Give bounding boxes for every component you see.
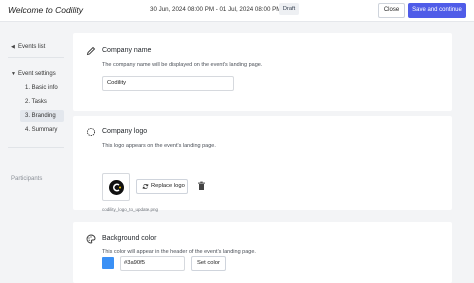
sidebar-item-events-list[interactable]: ◀ Events list — [11, 44, 45, 50]
status-badge: Draft — [279, 3, 299, 15]
page-title: Welcome to Codility — [8, 5, 83, 15]
section-title: Company logo — [102, 128, 148, 135]
company-name-input[interactable]: Codility — [102, 76, 234, 91]
replace-logo-button[interactable]: Replace logo — [136, 179, 188, 194]
chevron-down-icon: ▼ — [11, 71, 16, 77]
company-logo-card: Company logo This logo appears on the ev… — [73, 116, 452, 212]
logo-preview — [102, 173, 130, 201]
logo-filename: codility_logo_to_update.png — [102, 207, 159, 212]
color-swatch[interactable] — [102, 257, 114, 269]
sidebar-item-summary[interactable]: 4. Summary — [20, 124, 64, 136]
sidebar-divider — [8, 57, 64, 58]
chevron-left-icon: ◀ — [11, 44, 15, 50]
sidebar-item-label: Events list — [18, 44, 46, 50]
section-description: This logo appears on the event's landing… — [102, 143, 216, 149]
sidebar-item-basic-info[interactable]: 1. Basic info — [20, 82, 64, 94]
replace-logo-label: Replace logo — [151, 183, 185, 189]
top-bar: Welcome to Codility 30 Jun, 2024 08:00 P… — [0, 0, 474, 22]
color-hex-input[interactable]: #3a90f5 — [120, 256, 185, 271]
set-color-button[interactable]: Set color — [191, 256, 226, 271]
save-and-continue-button[interactable]: Save and continue — [408, 3, 466, 18]
pencil-icon — [86, 46, 96, 56]
palette-icon — [86, 234, 96, 244]
company-name-card: Company name The company name will be di… — [73, 33, 452, 111]
sidebar: ◀ Events list ▼ Event settings 1. Basic in… — [0, 23, 66, 283]
sidebar-divider — [8, 147, 64, 148]
section-title: Company name — [102, 47, 152, 54]
trash-icon[interactable] — [197, 181, 206, 191]
sidebar-item-label: Event settings — [18, 71, 56, 77]
sidebar-item-participants: Participants — [11, 176, 43, 182]
logo-icon — [86, 127, 96, 137]
sidebar-item-branding[interactable]: 3. Branding — [20, 110, 64, 122]
background-color-card: Background color This color will appear … — [73, 222, 452, 283]
refresh-icon — [142, 184, 149, 189]
close-button[interactable]: Close — [378, 3, 405, 18]
event-date-range: 30 Jun, 2024 08:00 PM - 01 Jul, 2024 08:… — [150, 6, 296, 13]
sidebar-item-event-settings[interactable]: ▼ Event settings — [11, 71, 56, 77]
section-description: This color will appear in the header of … — [102, 249, 256, 255]
section-title: Background color — [102, 235, 157, 242]
sidebar-item-tasks[interactable]: 2. Tasks — [20, 96, 64, 108]
section-description: The company name will be displayed on th… — [102, 62, 263, 68]
company-logo-image — [109, 180, 124, 195]
